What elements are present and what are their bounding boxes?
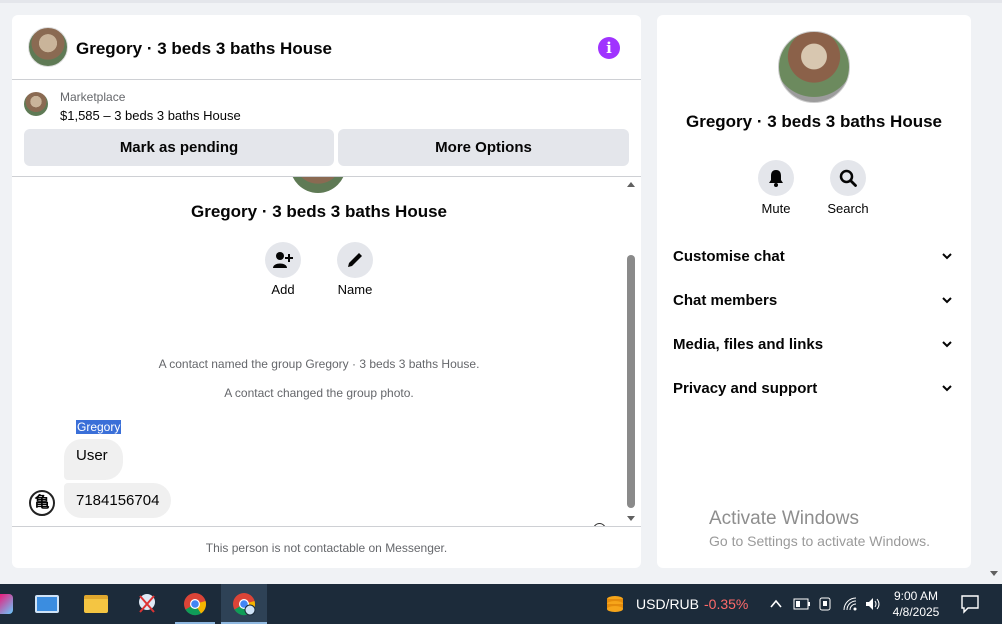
sender-avatar[interactable]: 亀 (29, 490, 55, 516)
system-clock[interactable]: 9:00 AM 4/8/2025 (880, 588, 952, 620)
activate-windows-subtitle: Go to Settings to activate Windows. (709, 533, 930, 549)
listing-price-title[interactable]: $1,585 – 3 beds 3 baths House (60, 108, 241, 123)
add-label: Add (271, 282, 295, 297)
chrome-icon[interactable] (181, 590, 209, 618)
section-label: Customise chat (673, 248, 785, 265)
chrome-profile-icon[interactable] (230, 590, 258, 618)
chevron-down-icon (942, 385, 952, 392)
network-icon[interactable] (842, 596, 858, 612)
currency-change[interactable]: -0.35% (704, 596, 748, 612)
bell-icon (769, 170, 783, 187)
pencil-icon (348, 253, 362, 267)
mute-label: Mute (761, 201, 791, 216)
marketplace-label: Marketplace (60, 90, 126, 104)
section-label: Media, files and links (673, 336, 824, 353)
scroll-down-arrow[interactable] (627, 516, 635, 521)
info-icon[interactable]: i (598, 37, 620, 59)
marketplace-listing: Marketplace $1,585 – 3 beds 3 baths Hous… (12, 81, 641, 177)
mark-pending-button[interactable]: Mark as pending (24, 129, 334, 166)
section-chat-members[interactable]: Chat members (673, 292, 957, 316)
clock-date: 4/8/2025 (892, 605, 940, 619)
name-label: Name (337, 282, 373, 297)
chevron-down-icon (942, 341, 952, 348)
section-label: Privacy and support (673, 380, 818, 397)
scroll-thumb[interactable] (627, 255, 635, 508)
group-avatar[interactable] (28, 27, 68, 67)
file-explorer-icon[interactable] (82, 590, 110, 618)
info-avatar[interactable] (778, 31, 850, 103)
chevron-down-icon (942, 253, 952, 260)
snipping-tool-icon[interactable] (133, 590, 161, 618)
chat-header: Gregory · 3 beds 3 baths House i (12, 15, 641, 80)
battery-icon[interactable] (793, 598, 811, 610)
not-contactable-notice: This person is not contactable on Messen… (12, 526, 641, 568)
coins-icon[interactable] (601, 590, 629, 618)
windows-taskbar: USD/RUB -0.35% 9:00 AM 4/8/2025 (0, 584, 1002, 624)
chat-panel: Gregory · 3 beds 3 baths House i Marketp… (12, 15, 641, 568)
section-media-files-links[interactable]: Media, files and links (673, 336, 957, 360)
sender-name: Gregory (76, 420, 122, 434)
currency-pair[interactable]: USD/RUB (636, 596, 699, 612)
name-button[interactable] (337, 242, 373, 278)
search-icon (839, 169, 857, 187)
section-customise-chat[interactable]: Customise chat (673, 248, 957, 272)
system-message: A contact changed the group photo. (224, 386, 414, 400)
message-bubble[interactable]: User (64, 439, 123, 480)
control-panel-icon[interactable] (33, 590, 61, 618)
activate-windows-title: Activate Windows (709, 508, 859, 529)
chat-info-panel: Gregory · 3 beds 3 baths House Mute Sear… (657, 15, 971, 568)
top-border (0, 0, 1002, 3)
scroll-up-arrow[interactable] (627, 182, 635, 187)
group-photo (290, 177, 346, 193)
thread-scrollbar[interactable] (625, 177, 637, 526)
chevron-up-icon[interactable] (769, 598, 783, 610)
add-button[interactable] (265, 242, 301, 278)
chevron-down-icon (942, 297, 952, 304)
system-message: A contact named the group Gregory · 3 be… (158, 357, 480, 371)
mute-button[interactable] (758, 160, 794, 196)
add-person-icon (273, 252, 293, 268)
section-label: Chat members (673, 292, 778, 309)
meet-now-icon[interactable] (818, 596, 832, 612)
group-name: Gregory · 3 beds 3 baths House (190, 202, 447, 221)
search-button[interactable] (830, 160, 866, 196)
app-icon-partial[interactable] (0, 590, 18, 618)
chat-title[interactable]: Gregory · 3 beds 3 baths House (76, 39, 332, 59)
listing-thumbnail[interactable] (24, 92, 48, 116)
message-thread[interactable]: Gregory · 3 beds 3 baths House Add Name … (12, 177, 641, 526)
search-label: Search (827, 201, 869, 216)
info-title: Gregory · 3 beds 3 baths House (685, 112, 942, 131)
notification-center-icon[interactable] (960, 594, 980, 614)
more-options-button[interactable]: More Options (338, 129, 629, 166)
message-bubble[interactable]: 7184156704 (64, 483, 172, 518)
clock-time: 9:00 AM (893, 589, 939, 603)
page-scroll-down-arrow[interactable] (990, 571, 998, 576)
section-privacy-support[interactable]: Privacy and support (673, 380, 957, 404)
